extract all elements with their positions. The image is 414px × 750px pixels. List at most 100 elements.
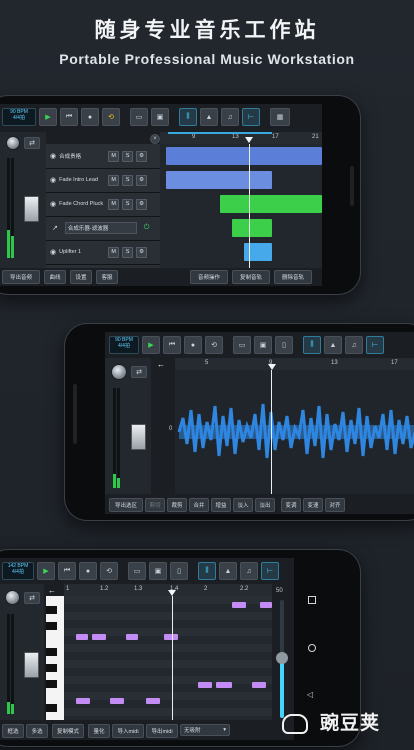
bpm-display[interactable]: 142 BPM 4/4拍: [2, 562, 34, 580]
mixer-icon[interactable]: ⫼: [198, 562, 216, 580]
gain-button[interactable]: 增益: [211, 498, 231, 512]
automation-select[interactable]: 合成乐器-滤波器: [64, 222, 137, 234]
back-arrow-icon[interactable]: ←: [157, 360, 165, 369]
snap-icon[interactable]: ⊢: [366, 336, 384, 354]
mute-button[interactable]: M: [108, 198, 120, 210]
mixer-icon[interactable]: ⫼: [303, 336, 321, 354]
quantize-button[interactable]: 量化: [88, 724, 110, 738]
piano-keyboard[interactable]: [46, 596, 64, 720]
delete-track-button[interactable]: 删除音轨: [274, 270, 312, 284]
support-button[interactable]: 客服: [96, 270, 118, 284]
playhead-marker[interactable]: [245, 137, 253, 143]
volume-fader[interactable]: [131, 424, 146, 450]
trim-button[interactable]: 裁剪: [167, 498, 187, 512]
velocity-thumb[interactable]: [276, 652, 288, 664]
rewind-button[interactable]: ⏮: [163, 336, 181, 354]
snap-select[interactable]: 无吸附 ▾: [180, 724, 230, 736]
play-button[interactable]: ▶: [39, 108, 57, 126]
file-icon[interactable]: ▯: [275, 336, 293, 354]
file-icon[interactable]: ▯: [170, 562, 188, 580]
power-icon[interactable]: ⏻: [144, 224, 150, 232]
keyboard-icon[interactable]: ▦: [270, 108, 290, 126]
pan-knob[interactable]: [5, 590, 20, 605]
clip-block[interactable]: [166, 147, 322, 165]
save-icon[interactable]: ▣: [149, 562, 167, 580]
black-key[interactable]: [46, 664, 57, 672]
close-icon[interactable]: ×: [150, 134, 160, 144]
black-key[interactable]: [46, 648, 57, 656]
playhead[interactable]: [249, 144, 250, 268]
record-button[interactable]: ●: [184, 336, 202, 354]
playhead-marker[interactable]: [168, 590, 176, 596]
waveform-area[interactable]: 0: [169, 370, 414, 494]
solo-button[interactable]: S: [122, 198, 134, 210]
folder-icon[interactable]: ▭: [128, 562, 146, 580]
nav-home-icon[interactable]: [308, 644, 316, 652]
gear-icon[interactable]: ⚙: [136, 198, 148, 210]
gear-icon[interactable]: ⚙: [136, 174, 148, 186]
play-button[interactable]: ▶: [37, 562, 55, 580]
folder-icon[interactable]: ▭: [233, 336, 251, 354]
loop-button[interactable]: ⟲: [100, 562, 118, 580]
save-icon[interactable]: ▣: [151, 108, 169, 126]
track-row[interactable]: ◉ Uplifter 1 M S ⚙: [46, 240, 160, 265]
play-button[interactable]: ▶: [142, 336, 160, 354]
midi-note[interactable]: [76, 634, 88, 640]
fade-in-button[interactable]: 淡入: [233, 498, 253, 512]
midi-note[interactable]: [110, 698, 124, 704]
cut-button[interactable]: 剪切: [145, 498, 165, 512]
midi-note[interactable]: [216, 682, 232, 688]
volume-fader[interactable]: [24, 196, 39, 222]
clip-block[interactable]: [220, 195, 322, 213]
settings-button[interactable]: 设置: [70, 270, 92, 284]
rewind-button[interactable]: ⏮: [58, 562, 76, 580]
audio-ops-button[interactable]: 音频操作: [190, 270, 228, 284]
mute-button[interactable]: M: [108, 174, 120, 186]
multi-select-button[interactable]: 多选: [26, 724, 48, 738]
bpm-display[interactable]: 90 BPM 4/4拍: [2, 108, 36, 126]
align-button[interactable]: 对齐: [325, 498, 345, 512]
notes-icon[interactable]: ♫: [345, 336, 363, 354]
midi-note[interactable]: [198, 682, 212, 688]
snap-icon[interactable]: ⊢: [261, 562, 279, 580]
timeline-ruler[interactable]: 5 9 13 17: [175, 358, 414, 370]
notes-icon[interactable]: ♫: [240, 562, 258, 580]
note-grid[interactable]: [64, 596, 272, 720]
clip-block[interactable]: [166, 171, 272, 189]
back-arrow-icon[interactable]: ←: [48, 586, 56, 595]
solo-button[interactable]: S: [122, 246, 134, 258]
arrangement-grid[interactable]: [160, 144, 322, 268]
midi-note[interactable]: [76, 698, 90, 704]
pitch-button[interactable]: 变调: [281, 498, 301, 512]
velocity-slider[interactable]: [276, 600, 288, 718]
midi-note[interactable]: [260, 602, 272, 608]
loop-region[interactable]: [168, 132, 272, 134]
metronome-icon[interactable]: ▲: [219, 562, 237, 580]
record-button[interactable]: ●: [79, 562, 97, 580]
nav-back-icon[interactable]: ◁: [307, 690, 313, 699]
eye-icon[interactable]: ◉: [50, 152, 56, 160]
fade-out-button[interactable]: 淡出: [255, 498, 275, 512]
export-selection-button[interactable]: 导出选区: [109, 498, 143, 512]
mixer-icon[interactable]: ⫼: [179, 108, 197, 126]
loop-button[interactable]: ⟲: [205, 336, 223, 354]
track-row[interactable]: ◉ Fade Chord Pluck M S ⚙: [46, 192, 160, 217]
clip-block[interactable]: [232, 219, 272, 237]
loop-button[interactable]: ⟲: [102, 108, 120, 126]
mute-button[interactable]: M: [108, 246, 120, 258]
metronome-icon[interactable]: ▲: [324, 336, 342, 354]
eq-button[interactable]: ⇄: [24, 137, 40, 149]
box-select-button[interactable]: 框选: [2, 724, 24, 738]
midi-note[interactable]: [92, 634, 106, 640]
black-key[interactable]: [46, 606, 57, 614]
rewind-button[interactable]: ⏮: [60, 108, 78, 126]
merge-button[interactable]: 合并: [189, 498, 209, 512]
bpm-display[interactable]: 90 BPM 4/4拍: [109, 336, 139, 354]
playhead[interactable]: [271, 370, 272, 494]
pan-knob[interactable]: [111, 364, 127, 380]
track-row[interactable]: ◉ 合成贵格 M S ⚙: [46, 144, 160, 169]
solo-button[interactable]: S: [122, 174, 134, 186]
eye-icon[interactable]: ◉: [50, 248, 56, 256]
eye-icon[interactable]: ◉: [50, 200, 56, 208]
folder-icon[interactable]: ▭: [130, 108, 148, 126]
